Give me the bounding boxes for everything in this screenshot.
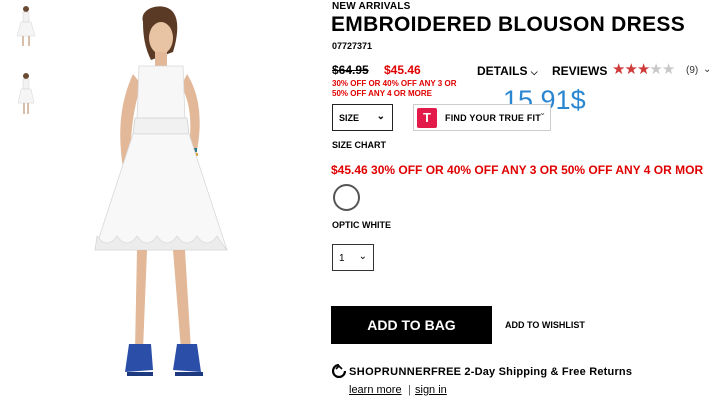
original-price: $64.95 [332,63,369,77]
find-true-fit-button[interactable]: T FIND YOUR TRUE FIT ⌄ [413,104,551,131]
add-to-bag-button[interactable]: ADD TO BAG [331,306,492,344]
truefit-logo-icon: T [417,108,437,128]
quantity-dropdown[interactable]: 1 ⌄ [332,244,374,271]
product-main-image [55,0,315,405]
color-swatch-optic-white[interactable] [333,184,360,211]
chevron-down-icon[interactable]: ⌄ [703,64,710,75]
dress-thumbnail-back-image [12,72,40,118]
learn-more-link[interactable]: learn more [349,384,402,396]
product-title: EMBROIDERED BLOUSON DRESS [331,13,686,36]
sign-in-link[interactable]: sign in [415,384,447,396]
thumbnail-back[interactable] [12,72,40,118]
promo-text-large: $45.46 30% OFF OR 40% OFF ANY 3 OR 50% O… [331,163,704,177]
shoprunner-shipping-text: FREE 2-Day Shipping & Free Returns [431,366,633,378]
size-chart-link[interactable]: SIZE CHART [332,140,386,150]
size-dropdown-label: SIZE [339,113,360,123]
star-icon: ★ [661,61,675,78]
star-icon: ★ [612,61,625,78]
truefit-label: FIND YOUR TRUE FIT [445,113,541,123]
chevron-down-icon: ⌄ [376,111,385,122]
quantity-value: 1 [339,253,345,264]
chevron-down-icon: ⌄ [358,251,367,262]
promo-text-small: 30% OFF OR 40% OFF ANY 3 OR 50% OFF ANY … [332,79,457,98]
sale-price: $45.46 [384,63,421,77]
color-name: OPTIC WHITE [332,220,391,230]
shoprunner-brand: SHOPRUNNER [349,366,432,378]
rating-stars: ★★★★★ [612,60,675,78]
chevron-down-icon: ⌄ [539,108,546,117]
thumbnail-front[interactable] [12,4,40,50]
reviews-tab[interactable]: REVIEWS [552,64,607,78]
review-count: (9) [686,65,699,76]
star-icon: ★ [649,61,662,78]
size-dropdown[interactable]: SIZE ⌄ [332,104,393,131]
reviews-label: REVIEWS [552,64,608,78]
add-to-wishlist-link[interactable]: ADD TO WISHLIST [505,320,585,330]
star-icon: ★ [624,61,637,78]
product-sku: 07727371 [332,41,373,51]
chevron-down-icon: ⌵ [530,67,538,77]
details-label: DETAILS [477,64,528,78]
link-separator: | [408,384,411,396]
shoprunner-logo-icon [332,364,346,378]
star-icon: ★ [636,61,650,78]
details-tab[interactable]: DETAILS ⌵ [477,64,538,78]
category-label: NEW ARRIVALS [332,1,411,12]
dress-thumbnail-image [12,4,40,50]
